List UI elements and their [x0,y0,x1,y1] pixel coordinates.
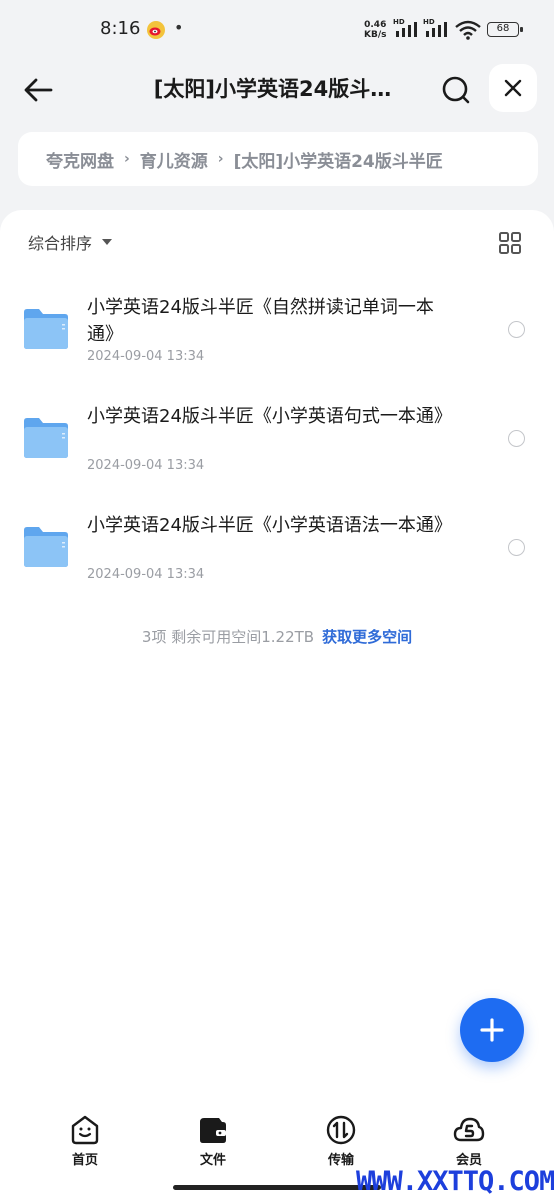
file-date: 2024-09-04 13:34 [87,349,205,364]
storage-summary-text: 3项 剩余可用空间1.22TB [141,628,315,646]
transfer-icon [326,1115,356,1145]
breadcrumb: 夸克网盘 › 育儿资源 › [太阳]小学英语24版斗半匠 [18,132,538,186]
breadcrumb-item-root[interactable]: 夸克网盘 [46,147,114,172]
sort-dropdown[interactable]: 综合排序 [28,230,113,254]
status-bar: 8:16 • 0.46 KB/s HD HD 68 [0,0,554,60]
breadcrumb-separator: › [124,151,130,167]
folder-icon [22,526,70,568]
file-row[interactable]: 小学英语24版斗半匠《小学英语句式一本通》 2024-09-04 13:34 [0,389,554,498]
nav-item-files[interactable]: 文件 [149,1108,277,1178]
folder-icon [22,308,70,350]
select-radio[interactable] [508,321,525,338]
file-list: 小学英语24版斗半匠《自然拼读记单词一本通》 2024-09-04 13:34 … [0,280,554,607]
close-button[interactable] [489,64,537,112]
page-title: [太阳]小学英语24版斗… [153,77,392,101]
status-time: 8:16 [100,18,141,39]
close-icon [504,79,522,97]
notification-dot: • [174,18,184,37]
arrow-left-icon [24,78,53,102]
nav-item-home[interactable]: 首页 [21,1108,149,1178]
file-date: 2024-09-04 13:34 [87,458,205,473]
breadcrumb-separator: › [217,151,224,167]
hd-tag: HD [393,18,405,26]
breadcrumb-item-parent[interactable]: 育儿资源 [140,147,208,172]
file-name: 小学英语24版斗半匠《小学英语语法一本通》 [87,515,452,536]
storage-summary: 3项 剩余可用空间1.22TB 获取更多空间 [0,626,554,647]
search-icon [442,76,470,104]
file-row[interactable]: 小学英语24版斗半匠《小学英语语法一本通》 2024-09-04 13:34 [0,498,554,607]
watermark-text: WWW.XXTTQ.COM [356,1166,554,1197]
select-radio[interactable] [508,539,525,556]
caret-down-icon [102,239,113,245]
grid-view-button[interactable] [498,231,522,255]
nav-label: 传输 [327,1153,354,1168]
vip-cloud-icon [453,1117,485,1142]
grid-icon [499,232,521,254]
folder-icon [22,417,70,459]
add-button[interactable] [460,998,524,1062]
home-face-icon [71,1115,99,1145]
file-name: 小学英语24版斗半匠《自然拼读记单词一本通》 [87,297,434,345]
nav-label: 文件 [199,1153,226,1168]
weibo-icon [146,20,166,40]
breadcrumb-item-current: [太阳]小学英语24版斗半匠 [233,151,443,172]
sort-label: 综合排序 [28,234,93,253]
hd-tag: HD [423,18,435,26]
nav-label: 首页 [71,1153,98,1168]
get-more-space-link[interactable]: 获取更多空间 [322,628,412,646]
network-speed: 0.46 KB/s [364,20,387,40]
wifi-icon [455,20,481,44]
home-indicator[interactable] [173,1185,381,1190]
wallet-folder-icon [200,1118,226,1143]
plus-icon [480,1018,504,1042]
file-name: 小学英语24版斗半匠《小学英语句式一本通》 [87,406,452,427]
file-row[interactable]: 小学英语24版斗半匠《自然拼读记单词一本通》 2024-09-04 13:34 [0,280,554,389]
back-button[interactable] [18,70,58,110]
search-button[interactable] [436,70,476,110]
file-date: 2024-09-04 13:34 [87,567,205,582]
battery-indicator: 68 [487,22,523,37]
select-radio[interactable] [508,430,525,447]
